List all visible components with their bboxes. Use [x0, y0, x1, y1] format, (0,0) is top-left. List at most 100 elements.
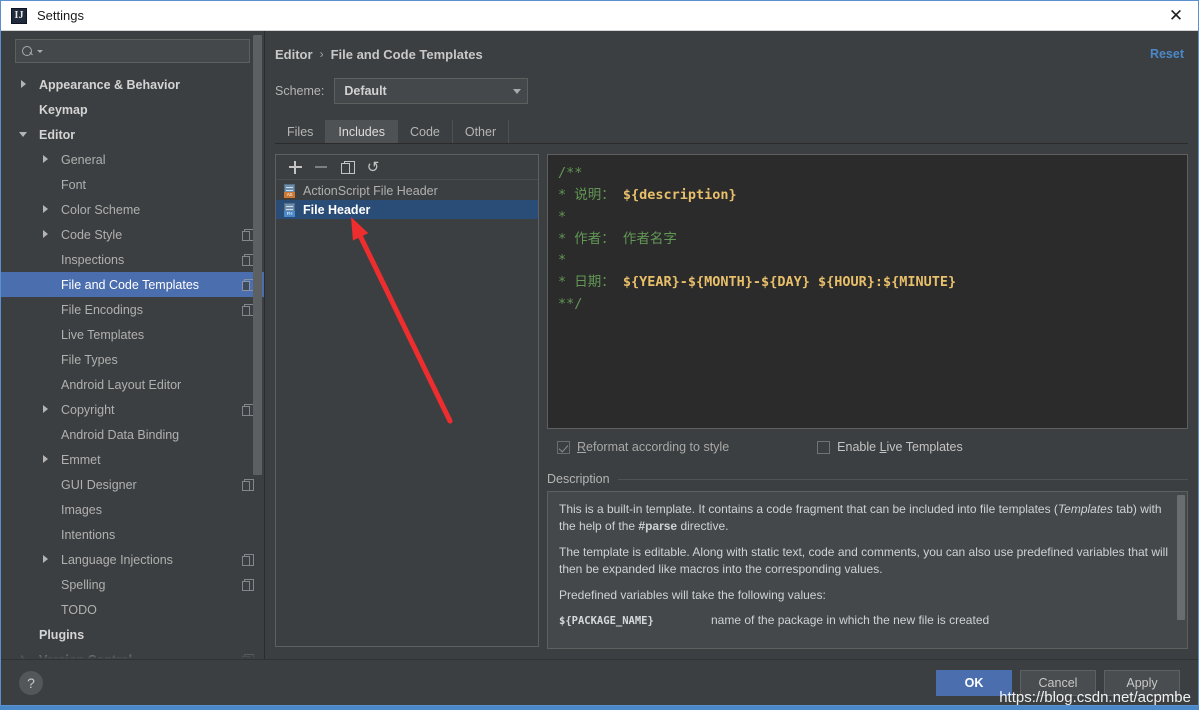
description-panel[interactable]: This is a built-in template. It contains…: [547, 491, 1188, 649]
sidebar-item-language-injections[interactable]: Language Injections: [1, 547, 264, 572]
enable-live-templates-checkbox[interactable]: Enable Live Templates: [817, 440, 963, 454]
sidebar-item-code-style[interactable]: Code Style: [1, 222, 264, 247]
sidebar-item-label: Font: [61, 177, 87, 192]
code-line: * 作者： 作者名字: [558, 229, 1177, 251]
template-list-item[interactable]: AS ActionScript File Header: [276, 181, 538, 200]
template-file-icon: FH: [283, 202, 297, 217]
tab-includes[interactable]: Includes: [326, 120, 398, 143]
sidebar-item-plugins[interactable]: Plugins: [1, 622, 264, 647]
reformat-according-to-style-checkbox[interactable]: Reformat according to style: [557, 440, 729, 454]
sidebar-item-file-encodings[interactable]: File Encodings: [1, 297, 264, 322]
chevron-right-icon[interactable]: [41, 404, 52, 415]
sidebar-item-label: File Types: [61, 352, 118, 367]
code-comment: * 说明：: [558, 186, 623, 203]
sidebar-item-label: TODO: [61, 602, 97, 617]
code-line: **/: [558, 294, 1177, 316]
tab-code[interactable]: Code: [398, 120, 453, 143]
chevron-right-icon[interactable]: [41, 454, 52, 465]
reset-link[interactable]: Reset: [1150, 47, 1188, 61]
code-comment: /**: [558, 165, 583, 181]
sidebar-item-keymap[interactable]: Keymap: [1, 97, 264, 122]
chevron-right-icon[interactable]: [41, 154, 52, 165]
breadcrumb-separator-icon: ›: [319, 47, 324, 61]
sidebar-item-file-types[interactable]: File Types: [1, 347, 264, 372]
close-icon[interactable]: ✕: [1154, 1, 1198, 31]
tab-other[interactable]: Other: [453, 120, 510, 143]
dialog-title: Settings: [37, 8, 84, 23]
settings-dialog: IJ Settings ✕ Appearance & Behavior Keyma…: [0, 0, 1199, 706]
cancel-button[interactable]: Cancel: [1020, 669, 1096, 696]
breadcrumb-parent[interactable]: Editor: [275, 47, 313, 62]
sidebar-item-general[interactable]: General: [1, 147, 264, 172]
sidebar-item-live-templates[interactable]: Live Templates: [1, 322, 264, 347]
sidebar-item-label: Copyright: [61, 402, 115, 417]
remove-template-button[interactable]: [309, 156, 333, 178]
sidebar-item-emmet[interactable]: Emmet: [1, 447, 264, 472]
sidebar-item-spelling[interactable]: Spelling: [1, 572, 264, 597]
template-list-item[interactable]: FH File Header: [276, 200, 538, 219]
search-box[interactable]: [15, 39, 250, 63]
reformat-according-to-style-label: Reformat according to style: [577, 440, 730, 454]
sidebar-item-color-scheme[interactable]: Color Scheme: [1, 197, 264, 222]
code-comment: **/: [558, 296, 583, 313]
copy-template-button[interactable]: [335, 156, 359, 178]
sidebar-item-android-data-binding[interactable]: Android Data Binding: [1, 422, 264, 447]
sidebar-item-appearance-behavior[interactable]: Appearance & Behavior: [1, 72, 264, 97]
desc-p1-a: This is a built-in template. It contains…: [559, 502, 1058, 516]
intellij-idea-icon: IJ: [11, 7, 27, 24]
project-scope-icon: [242, 553, 254, 566]
settings-content-pane: Editor › File and Code Templates Reset S…: [265, 31, 1198, 659]
sidebar-item-inspections[interactable]: Inspections: [1, 247, 264, 272]
sidebar-item-editor[interactable]: Editor: [1, 122, 264, 147]
template-category-tabs[interactable]: Files Includes Code Other: [275, 120, 1188, 144]
settings-sidebar: Appearance & Behavior Keymap Editor General…: [1, 31, 265, 659]
sidebar-item-copyright[interactable]: Copyright: [1, 397, 264, 422]
tab-files[interactable]: Files: [275, 120, 327, 143]
predefined-variable-row: ${PACKAGE_NAME} name of the package in wh…: [559, 613, 1173, 627]
reset-template-button[interactable]: ↺: [361, 156, 385, 178]
code-comment: *: [558, 208, 567, 225]
help-icon[interactable]: ?: [19, 670, 43, 695]
sidebar-item-todo[interactable]: TODO: [1, 597, 264, 622]
sidebar-item-label: Plugins: [39, 627, 85, 642]
chevron-right-icon[interactable]: [41, 204, 52, 215]
chevron-right-icon[interactable]: [19, 79, 30, 90]
template-code-editor[interactable]: /** * 说明： ${description} * * 作者： 作者名字 * * 日期：…: [547, 154, 1188, 429]
chevron-right-icon[interactable]: [41, 554, 52, 565]
code-comment: * 作者： 作者名字: [558, 230, 677, 247]
apply-button[interactable]: Apply: [1104, 669, 1180, 696]
sidebar-item-font[interactable]: Font: [1, 172, 264, 197]
ok-button[interactable]: OK: [936, 669, 1012, 696]
sidebar-item-android-layout-editor[interactable]: Android Layout Editor: [1, 372, 264, 397]
sidebar-item-images[interactable]: Images: [1, 497, 264, 522]
description-scrollbar-thumb[interactable]: [1177, 495, 1185, 620]
scheme-dropdown[interactable]: Default: [334, 78, 529, 104]
sidebar-item-file-and-code-templates[interactable]: File and Code Templates: [1, 272, 264, 297]
sidebar-item-gui-designer[interactable]: GUI Designer: [1, 472, 264, 497]
chevron-right-icon[interactable]: [41, 229, 52, 240]
sidebar-item-intentions[interactable]: Intentions: [1, 522, 264, 547]
editor-options-row: Reformat according to style Enable Live …: [547, 429, 1188, 459]
sidebar-scrollbar-thumb[interactable]: [253, 35, 262, 475]
settings-tree[interactable]: Appearance & Behavior Keymap Editor General…: [1, 72, 264, 659]
code-line: *: [558, 250, 1177, 272]
editor-column: /** * 说明： ${description} * * 作者： 作者名字 * * 日期：…: [547, 154, 1188, 659]
sidebar-item-label: Appearance & Behavior: [39, 77, 181, 92]
chevron-down-icon[interactable]: [19, 129, 30, 140]
search-input[interactable]: [47, 43, 243, 59]
template-list[interactable]: AS ActionScript File Header FH File Header: [276, 180, 538, 646]
sidebar-item-version-control[interactable]: Version Control: [1, 647, 264, 659]
description-paragraph-1: This is a built-in template. It contains…: [559, 501, 1169, 535]
add-template-button[interactable]: [283, 156, 307, 178]
enable-live-templates-label: Enable Live Templates: [837, 440, 963, 454]
copy-icon: [340, 160, 355, 174]
